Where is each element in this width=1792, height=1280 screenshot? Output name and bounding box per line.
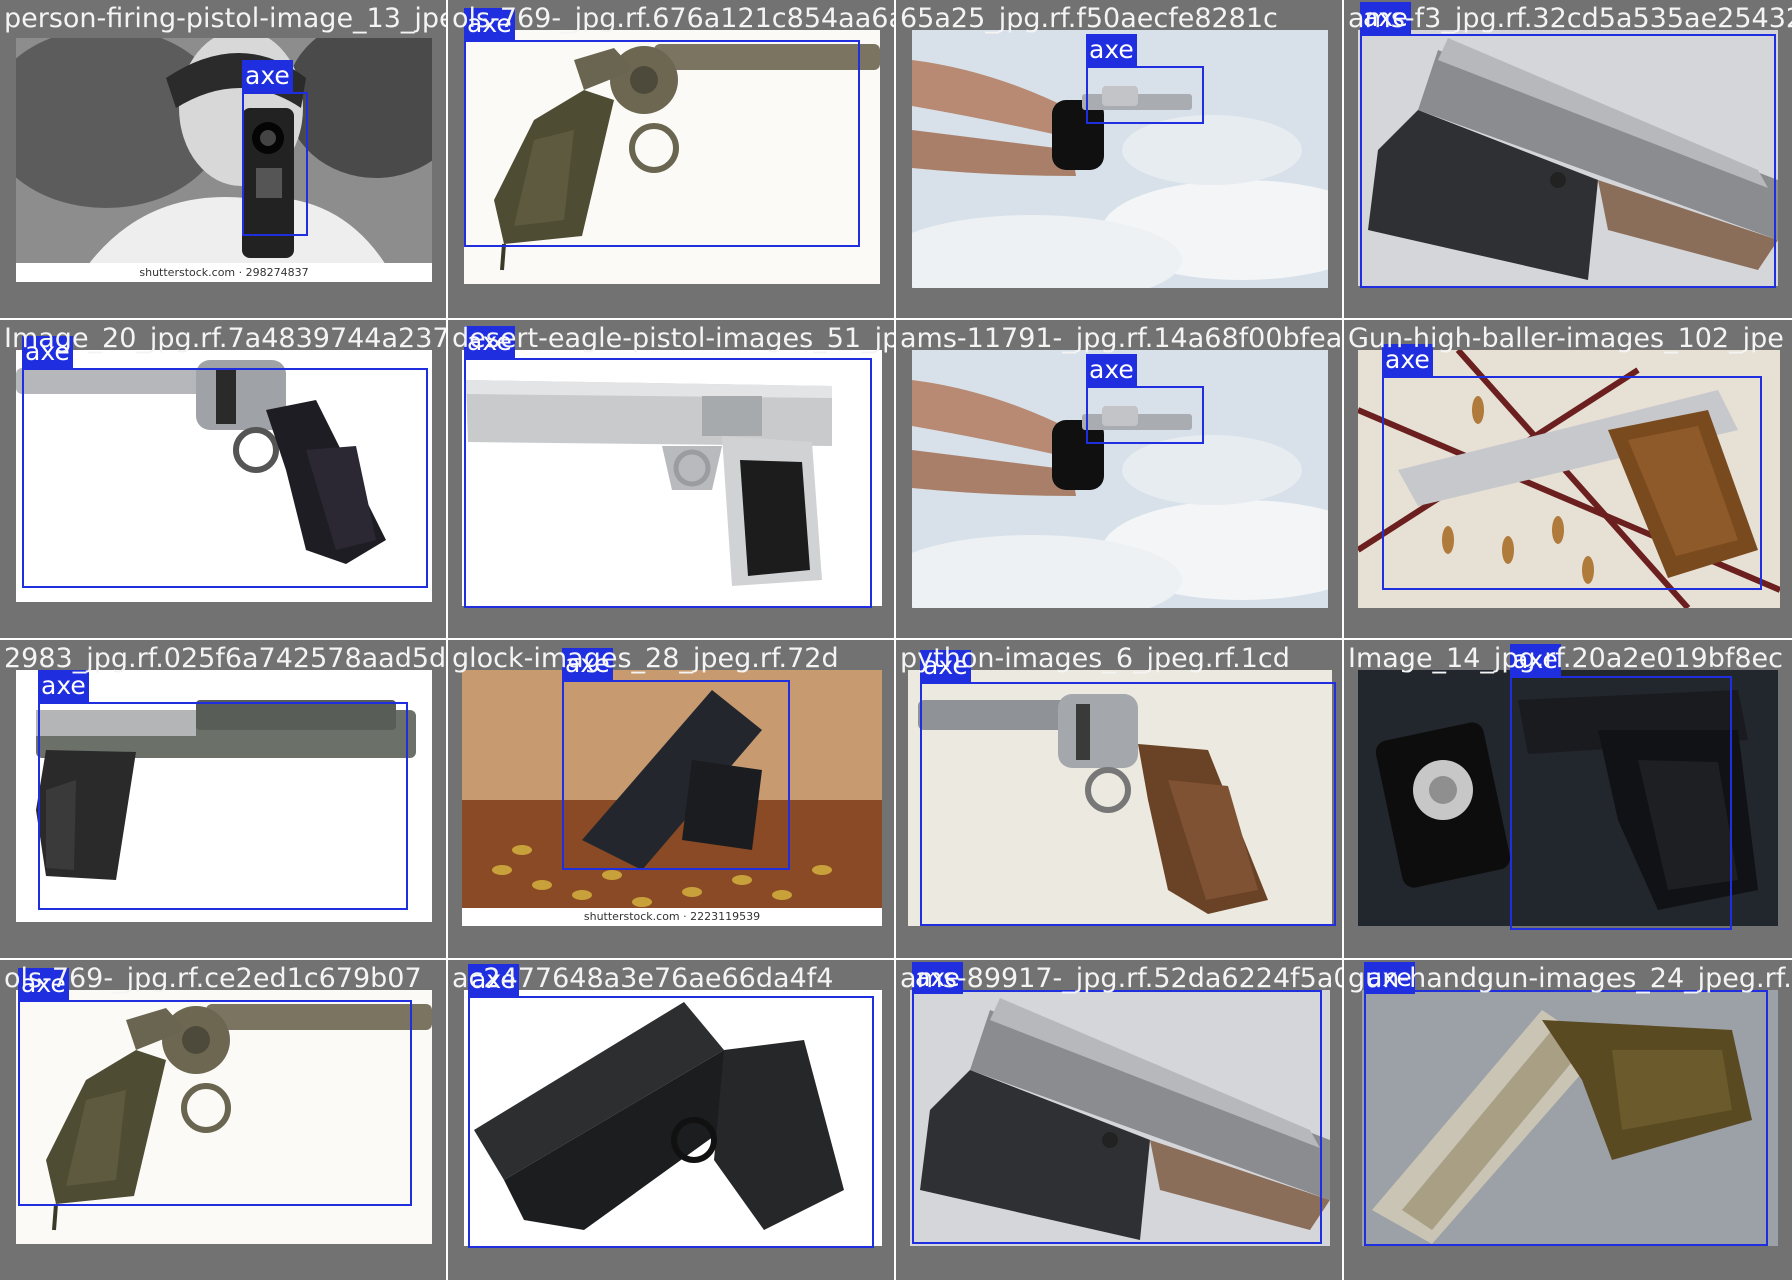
mosaic-tile: axe ols-769-_jpg.rf.ce2ed1c679b07 — [0, 960, 446, 1280]
detection-class-label: axe — [1364, 962, 1415, 994]
detection-box: axe — [1360, 2, 1776, 288]
mosaic-tile: axe Image_14_jpg.rf.20a2e019bf8ec — [1344, 640, 1792, 958]
mosaic-tile: axe gun-handgun-images_24_jpeg.rf. — [1344, 960, 1792, 1280]
detection-class-label: axe — [464, 8, 515, 40]
mosaic-tile: axe 2983_jpg.rf.025f6a742578aad5d9fb — [0, 640, 446, 958]
detection-box: axe — [18, 968, 412, 1206]
detection-box: axe — [1382, 344, 1762, 590]
stock-watermark: shutterstock.com · 2223119539 — [583, 910, 761, 923]
stock-watermark: shutterstock.com · 298274837 — [139, 266, 309, 279]
detection-class-label: axe — [912, 962, 963, 994]
detection-box: axe — [464, 8, 860, 247]
mosaic-tile: axedesert-eagle-pistol-images_51_jpeg.rf — [448, 320, 894, 638]
detection-class-label: axe — [562, 648, 613, 680]
detection-box: axe — [22, 336, 428, 588]
detection-box: axe — [1086, 34, 1204, 124]
detection-box: axe — [1510, 644, 1732, 930]
detection-class-label: axe — [464, 326, 515, 358]
detection-class-label: axe — [18, 968, 69, 1000]
tile-filename: person-firing-pistol-image_13_jpeg.rf — [4, 3, 446, 34]
detection-class-label: axe — [38, 670, 89, 702]
mosaic-tile: axeams-11791-_jpg.rf.14a68f00bfea2e4e — [896, 320, 1342, 638]
detection-class-label: axe — [468, 964, 519, 996]
detection-class-label: axe — [920, 650, 971, 682]
detection-class-label: axe — [1086, 354, 1137, 386]
detection-box: axe — [920, 650, 1336, 926]
mosaic-tile: axe python-images_6_jpeg.rf.1cd — [896, 640, 1342, 958]
mosaic-tile: shutterstock.com · 2223119539 axe glock-im… — [448, 640, 894, 958]
detection-class-label: axe — [22, 336, 73, 368]
mosaic-tile: axe ams-f3_jpg.rf.32cd5a535ae25432ba — [1344, 0, 1792, 318]
detection-box: axe — [242, 60, 308, 236]
detection-box: axe — [562, 648, 790, 870]
mosaic-tile: shutterstock.com · 298274837 axe person-fi… — [0, 0, 446, 318]
detection-box: axe — [468, 964, 874, 1248]
tile-photo-pistol-held-bw: shutterstock.com · 298274837 — [16, 38, 432, 282]
mosaic-tile: axeols-769-_jpg.rf.676a121c854aa6ac98527… — [448, 0, 894, 318]
detection-box: axe — [38, 670, 408, 910]
detection-box: axe — [1364, 962, 1768, 1246]
mosaic-tile: axe ac2477648a3e76ae66da4f4 — [448, 960, 894, 1280]
detection-box: axe — [912, 962, 1322, 1244]
mosaic-tile: axe Gun-high-baller-images_102_jpe — [1344, 320, 1792, 638]
mosaic-tile: axe 65a25_jpg.rf.f50aecfe8281c — [896, 0, 1342, 318]
detection-class-label: axe — [1510, 644, 1561, 676]
mosaic-tile: axe Image_20_jpg.rf.7a4839744a237dc — [0, 320, 446, 638]
detection-mosaic: shutterstock.com · 298274837 axe person-fi… — [0, 0, 1792, 1280]
detection-box: axe — [1086, 354, 1204, 444]
detection-class-label: axe — [1086, 34, 1137, 66]
detection-class-label: axe — [1382, 344, 1433, 376]
detection-class-label: axe — [1360, 2, 1411, 34]
mosaic-tile: axe ams-89917-_jpg.rf.52da6224f5a0 — [896, 960, 1342, 1280]
detection-class-label: axe — [242, 60, 293, 92]
detection-box: axe — [464, 326, 872, 608]
